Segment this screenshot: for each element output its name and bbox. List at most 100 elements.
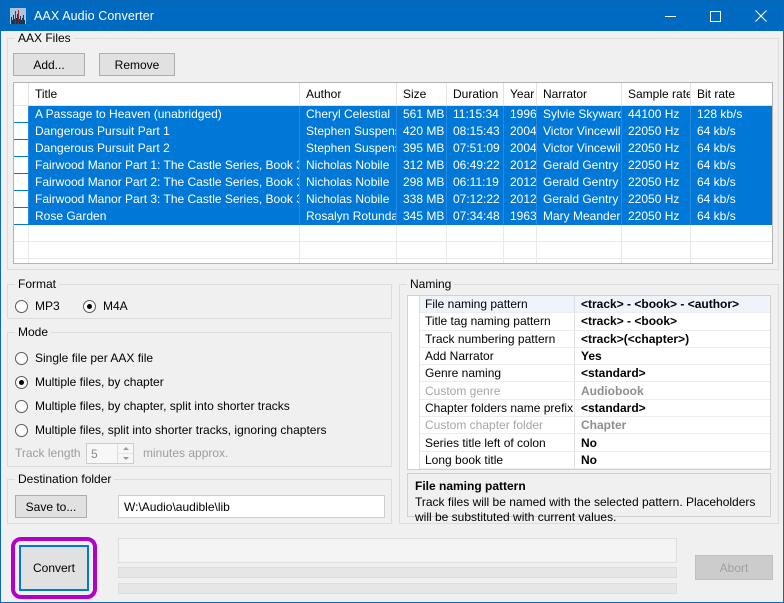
column-header-bit-rate[interactable]: Bit rate bbox=[691, 83, 772, 105]
cell-author: Stephen Suspense bbox=[300, 123, 397, 140]
list-body: A Passage to Heaven (unabridged) Cheryl C… bbox=[14, 106, 772, 263]
convert-button[interactable]: Convert bbox=[19, 545, 89, 591]
column-header-author[interactable]: Author bbox=[300, 83, 397, 105]
abort-button[interactable]: Abort bbox=[695, 555, 773, 580]
cell-bit-rate: 64 kb/s bbox=[691, 157, 772, 174]
cell-sample-rate bbox=[622, 242, 691, 259]
close-button[interactable] bbox=[738, 1, 783, 31]
cell-author bbox=[300, 225, 397, 242]
table-row[interactable]: Fairwood Manor Part 2: The Castle Series… bbox=[14, 174, 772, 191]
stepper-arrows[interactable] bbox=[117, 444, 133, 463]
naming-row-value[interactable]: No bbox=[575, 452, 770, 469]
row-gutter bbox=[14, 106, 29, 123]
naming-row[interactable]: Track numbering pattern <track>(<chapter>… bbox=[408, 330, 770, 348]
table-row[interactable]: Fairwood Manor Part 1: The Castle Series… bbox=[14, 157, 772, 174]
naming-row-value[interactable]: <track> - <book> bbox=[575, 313, 770, 331]
format-radio-mp3-label: MP3 bbox=[35, 299, 60, 313]
track-length-stepper[interactable]: 5 bbox=[86, 443, 134, 464]
naming-row[interactable]: Custom genre Audiobook bbox=[408, 382, 770, 400]
app-window: AAX Audio Converter AAX Files Add... Rem… bbox=[0, 0, 784, 603]
cell-author bbox=[300, 259, 397, 263]
mode-radio-split-ignore-chapters[interactable]: Multiple files, split into shorter track… bbox=[15, 423, 326, 437]
column-header-gutter[interactable] bbox=[14, 83, 29, 105]
stepper-up-icon[interactable] bbox=[118, 444, 133, 454]
naming-row-gutter bbox=[408, 434, 420, 452]
format-radio-m4a[interactable]: M4A bbox=[83, 299, 128, 313]
row-gutter bbox=[14, 157, 29, 174]
stepper-down-icon[interactable] bbox=[118, 454, 133, 463]
maximize-button[interactable] bbox=[693, 1, 738, 31]
row-gutter bbox=[14, 208, 29, 225]
cell-title: Rose Garden bbox=[29, 208, 300, 225]
radio-dot-icon bbox=[15, 299, 28, 313]
naming-row[interactable]: Add Narrator Yes bbox=[408, 347, 770, 366]
cell-duration: 07:51:09 bbox=[447, 140, 504, 157]
cell-author: Stephen Suspense bbox=[300, 140, 397, 157]
cell-narrator bbox=[537, 225, 622, 242]
naming-row[interactable]: Custom chapter folder Chapter bbox=[408, 417, 770, 435]
column-header-size[interactable]: Size bbox=[397, 83, 447, 105]
aax-files-list[interactable]: Title Author Size Duration Year Narrator… bbox=[13, 82, 773, 264]
table-row[interactable]: Dangerous Pursuit Part 2Stephen Suspense… bbox=[14, 140, 772, 157]
naming-row-value[interactable]: <standard> bbox=[575, 365, 770, 383]
cell-author: Nicholas Nobile bbox=[300, 191, 397, 208]
naming-row-value[interactable]: <standard> bbox=[575, 400, 770, 418]
naming-row-value[interactable]: <track> - <book> - <author> bbox=[575, 296, 770, 314]
cell-author bbox=[300, 242, 397, 259]
row-gutter bbox=[14, 140, 29, 157]
remove-button[interactable]: Remove bbox=[99, 53, 175, 76]
mode-radio-single-file[interactable]: Single file per AAX file bbox=[15, 351, 153, 365]
cell-narrator: Victor Vincewill bbox=[537, 140, 622, 157]
cell-title: Fairwood Manor Part 2: The Castle Series… bbox=[29, 174, 300, 191]
cell-narrator: Gerald Gentry bbox=[537, 157, 622, 174]
naming-row[interactable]: Chapter folders name prefix <standard> bbox=[408, 399, 770, 418]
column-header-sample-rate[interactable]: Sample rate bbox=[622, 83, 691, 105]
window-controls bbox=[648, 1, 783, 31]
naming-row-value[interactable]: Chapter bbox=[575, 417, 770, 435]
minimize-button[interactable] bbox=[648, 1, 693, 31]
track-length-suffix: minutes approx. bbox=[143, 446, 229, 460]
cell-title: Dangerous Pursuit Part 2 bbox=[29, 140, 300, 157]
naming-property-grid[interactable]: File naming pattern <track> - <book> - <a… bbox=[407, 295, 771, 470]
naming-row[interactable]: File naming pattern <track> - <book> - <a… bbox=[408, 296, 770, 314]
add-button[interactable]: Add... bbox=[13, 53, 85, 76]
naming-row-value[interactable]: No bbox=[575, 434, 770, 452]
naming-row[interactable]: Long book title No bbox=[408, 451, 770, 469]
column-header-duration[interactable]: Duration bbox=[447, 83, 504, 105]
save-to-button[interactable]: Save to... bbox=[15, 495, 87, 518]
cell-year: 2012 bbox=[504, 191, 537, 208]
cell-title bbox=[29, 242, 300, 259]
cell-size: 312 MB bbox=[397, 157, 447, 174]
destination-path-input[interactable]: W:\Audio\audible\lib bbox=[118, 495, 385, 518]
table-row[interactable]: Fairwood Manor Part 3: The Castle Series… bbox=[14, 191, 772, 208]
cell-size: 420 MB bbox=[397, 123, 447, 140]
cell-year: 1996 bbox=[504, 106, 537, 123]
table-row[interactable]: A Passage to Heaven (unabridged) Cheryl C… bbox=[14, 106, 772, 123]
naming-row[interactable]: Genre naming <standard> bbox=[408, 365, 770, 383]
naming-row[interactable]: Series title left of colon No bbox=[408, 434, 770, 452]
table-row[interactable]: Dangerous Pursuit Part 1Stephen Suspense… bbox=[14, 123, 772, 140]
help-title: File naming pattern bbox=[415, 479, 526, 493]
cell-bit-rate: 64 kb/s bbox=[691, 123, 772, 140]
mode-radio-by-chapter-split[interactable]: Multiple files, by chapter, split into s… bbox=[15, 399, 290, 413]
format-radio-mp3[interactable]: MP3 bbox=[15, 299, 60, 313]
naming-row-gutter bbox=[408, 365, 420, 383]
table-row[interactable]: Rose Garden Rosalyn Rotunda 345 MB 07:34:48… bbox=[14, 208, 772, 225]
column-header-year[interactable]: Year bbox=[504, 83, 537, 105]
mode-radio-split-ignore-chapters-label: Multiple files, split into shorter track… bbox=[35, 423, 327, 437]
column-header-narrator[interactable]: Narrator bbox=[537, 83, 622, 105]
naming-row-label: Track numbering pattern bbox=[420, 330, 575, 348]
cell-sample-rate: 44100 Hz bbox=[622, 106, 691, 123]
track-length-value[interactable]: 5 bbox=[87, 444, 117, 463]
cell-author: Rosalyn Rotunda bbox=[300, 208, 397, 225]
naming-row-value[interactable]: Audiobook bbox=[575, 382, 770, 400]
naming-row[interactable]: Title tag naming pattern <track> - <book> bbox=[408, 313, 770, 331]
naming-row-value[interactable]: Yes bbox=[575, 348, 770, 366]
cell-sample-rate bbox=[622, 225, 691, 242]
mode-radio-by-chapter[interactable]: Multiple files, by chapter bbox=[15, 375, 164, 389]
column-header-title[interactable]: Title bbox=[29, 83, 300, 105]
cell-duration bbox=[447, 225, 504, 242]
naming-row-value[interactable]: <track>(<chapter>) bbox=[575, 331, 770, 348]
cell-bit-rate: 64 kb/s bbox=[691, 191, 772, 208]
cell-title: Dangerous Pursuit Part 1 bbox=[29, 123, 300, 140]
